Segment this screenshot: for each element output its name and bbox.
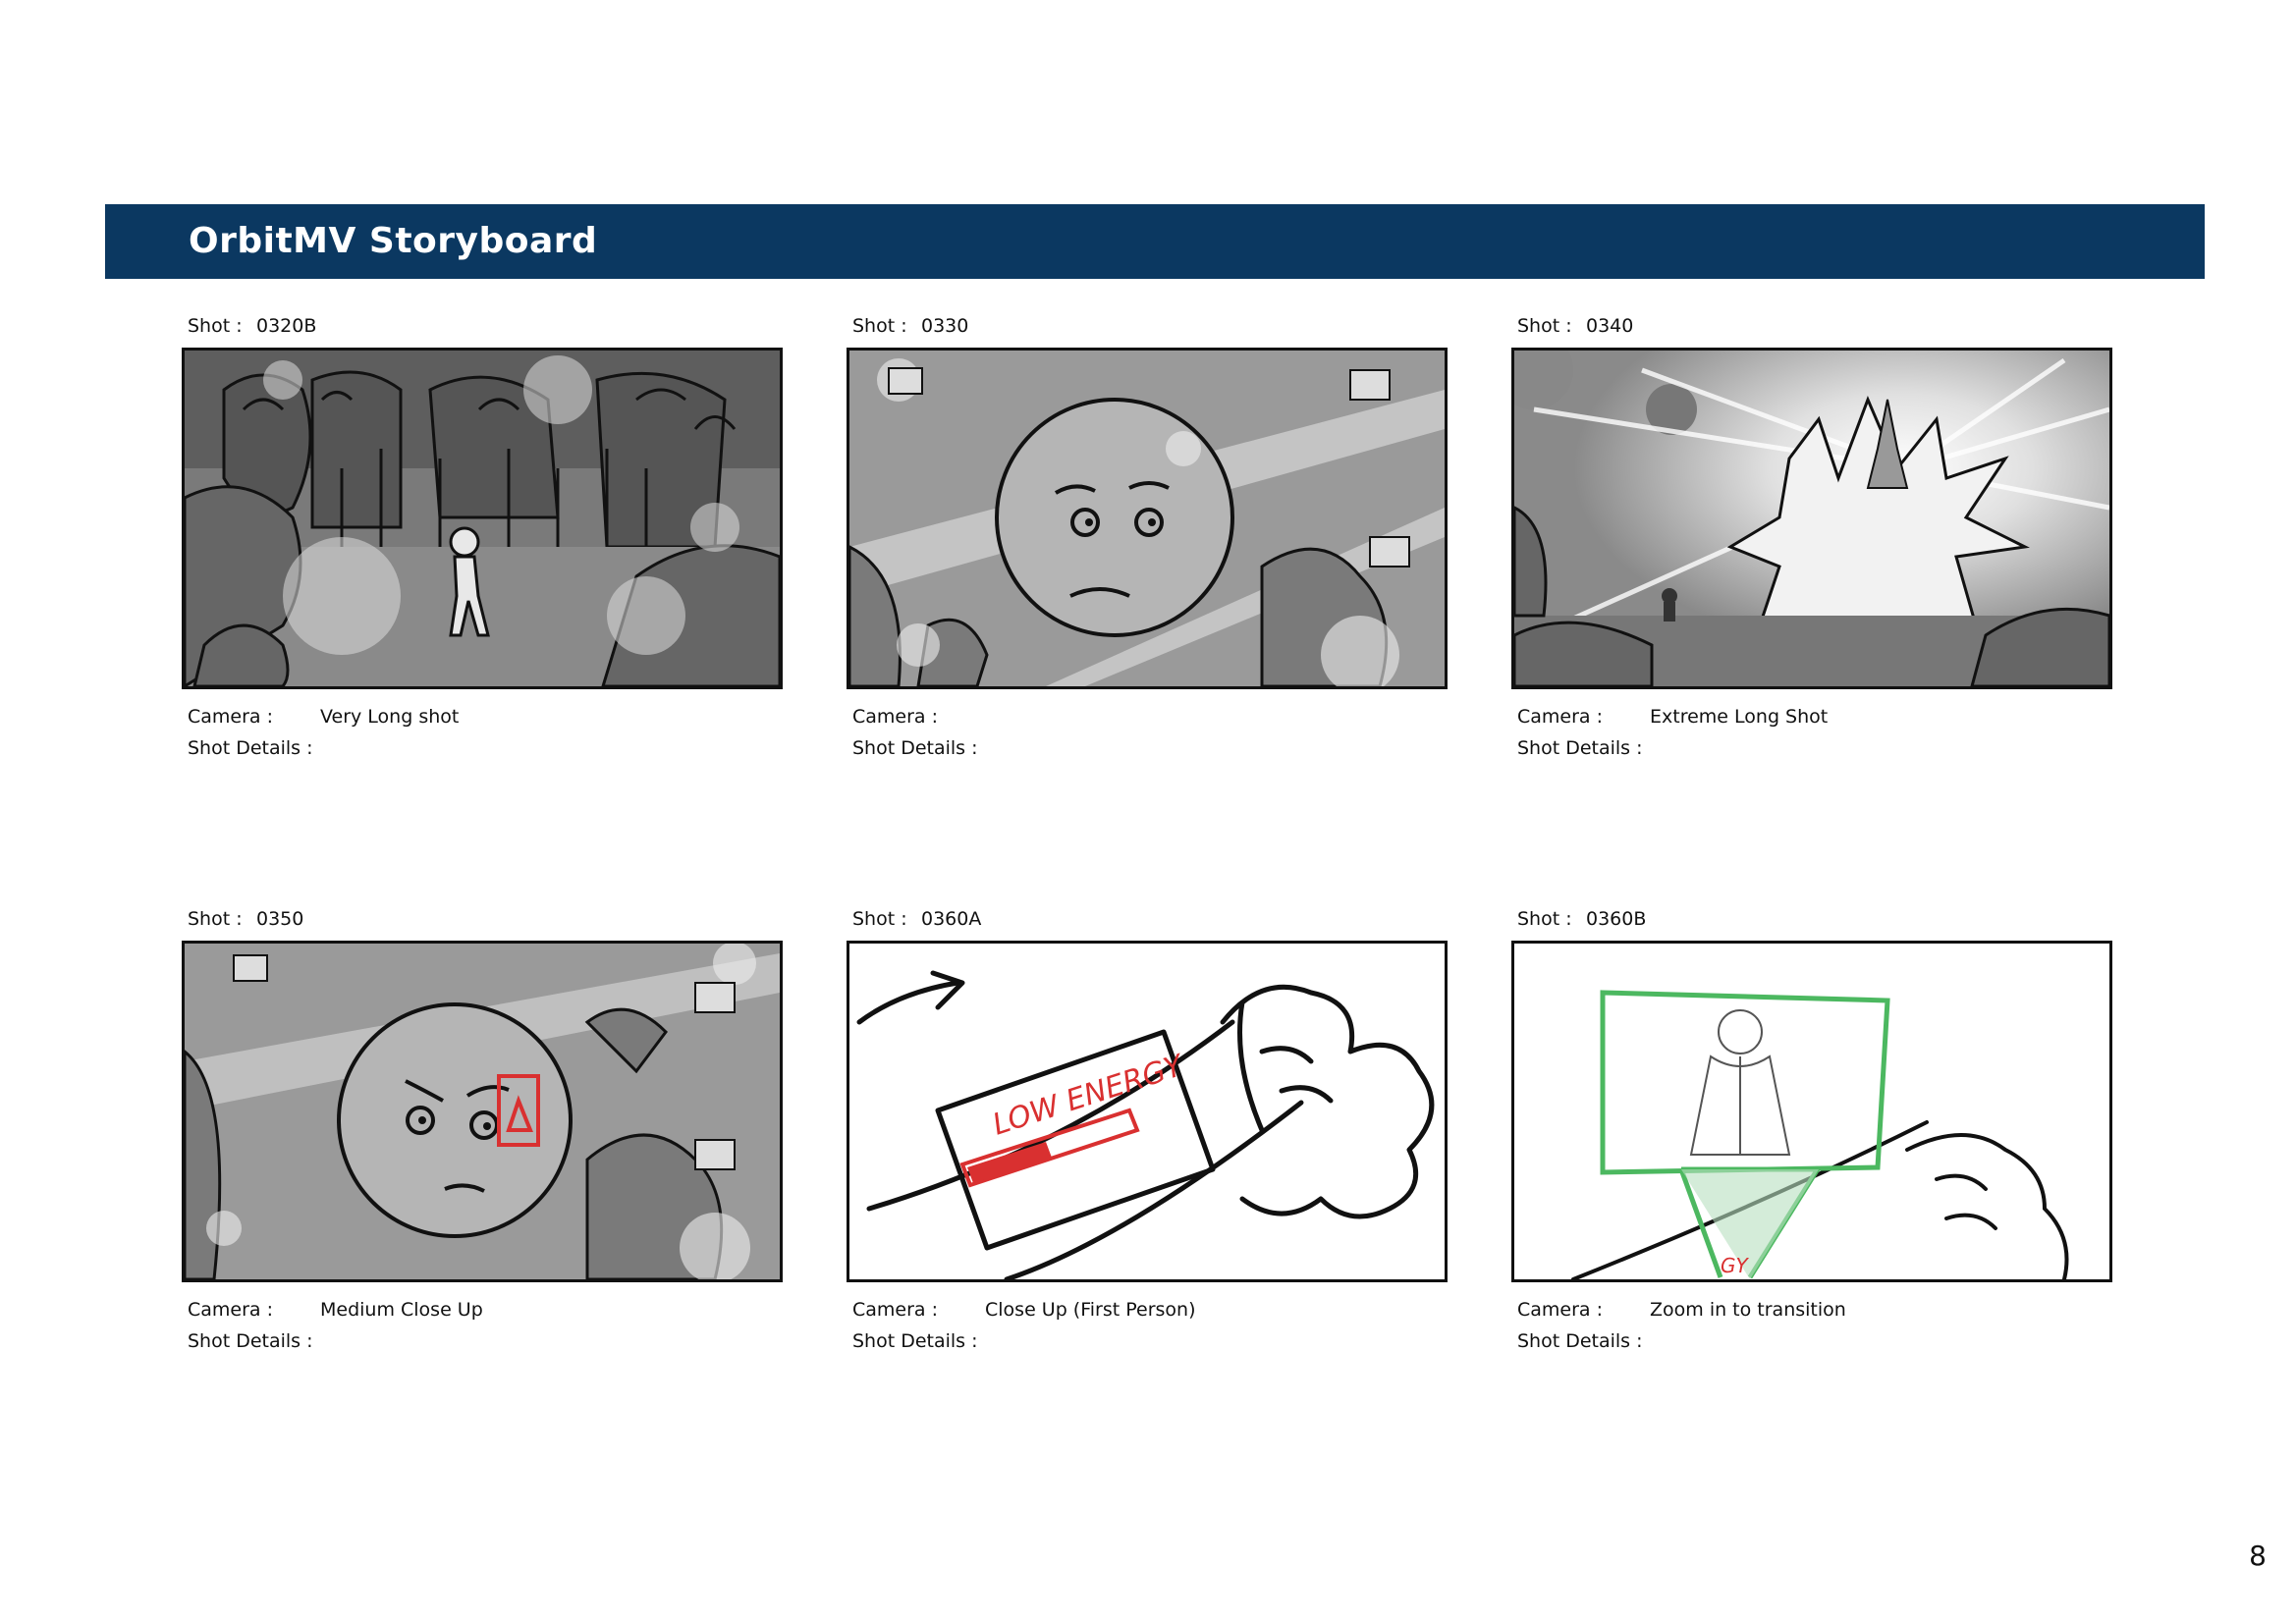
energy-partial-text: GY (1721, 1254, 1749, 1277)
camera-row: Camera : Extreme Long Shot (1517, 706, 1829, 728)
shot-details-row: Shot Details : (188, 1330, 313, 1352)
camera-row: Camera : (852, 706, 939, 728)
camera-value: Zoom in to transition (1650, 1299, 1846, 1321)
camera-row: Camera : Zoom in to transition (1517, 1299, 1846, 1321)
helmet-closeup-sketch (849, 351, 1445, 686)
shot-details-row: Shot Details : (188, 737, 313, 759)
shot-details-row: Shot Details : (852, 1330, 978, 1352)
camera-row: Camera : Close Up (First Person) (852, 1299, 1196, 1321)
frame-sketch (182, 941, 783, 1282)
forest-astronaut-sketch (185, 351, 780, 686)
page-title: OrbitMV Storyboard (189, 221, 598, 261)
frame-sketch: GY (1511, 941, 2112, 1282)
shot-label: Shot :0360B (1517, 908, 1647, 930)
camera-value: Medium Close Up (320, 1299, 483, 1321)
shot-label: Shot :0350 (188, 908, 304, 930)
wrist-device-sketch: LOW ENERGY (849, 944, 1445, 1279)
shot-number: 0350 (256, 908, 304, 930)
shot-details-row: Shot Details : (1517, 1330, 1643, 1352)
hologram-transition-sketch: GY (1514, 944, 2109, 1279)
shot-number: 0340 (1586, 315, 1634, 337)
shot-number: 0330 (921, 315, 969, 337)
shot-label: Shot :0340 (1517, 315, 1634, 337)
frame-sketch (847, 348, 1448, 689)
shot-label: Shot :0360A (852, 908, 982, 930)
header-bar: OrbitMV Storyboard (105, 204, 2205, 279)
shot-details-row: Shot Details : (1517, 737, 1643, 759)
page-number: 8 (2249, 1540, 2267, 1572)
shot-label: Shot :0330 (852, 315, 969, 337)
camera-value: Close Up (First Person) (985, 1299, 1196, 1321)
frame-sketch (182, 348, 783, 689)
shot-number: 0360A (921, 908, 982, 930)
camera-value: Very Long shot (320, 706, 460, 728)
frame-sketch (1511, 348, 2112, 689)
shot-label: Shot :0320B (188, 315, 317, 337)
camera-row: Camera : Very Long shot (188, 706, 460, 728)
shot-number: 0360B (1586, 908, 1647, 930)
camera-row: Camera : Medium Close Up (188, 1299, 483, 1321)
frame-sketch: LOW ENERGY (847, 941, 1448, 1282)
camera-value: Extreme Long Shot (1650, 706, 1829, 728)
glowing-castle-sketch (1514, 351, 2109, 686)
helmet-warning-sketch (185, 944, 780, 1279)
shot-details-row: Shot Details : (852, 737, 978, 759)
shot-number: 0320B (256, 315, 317, 337)
